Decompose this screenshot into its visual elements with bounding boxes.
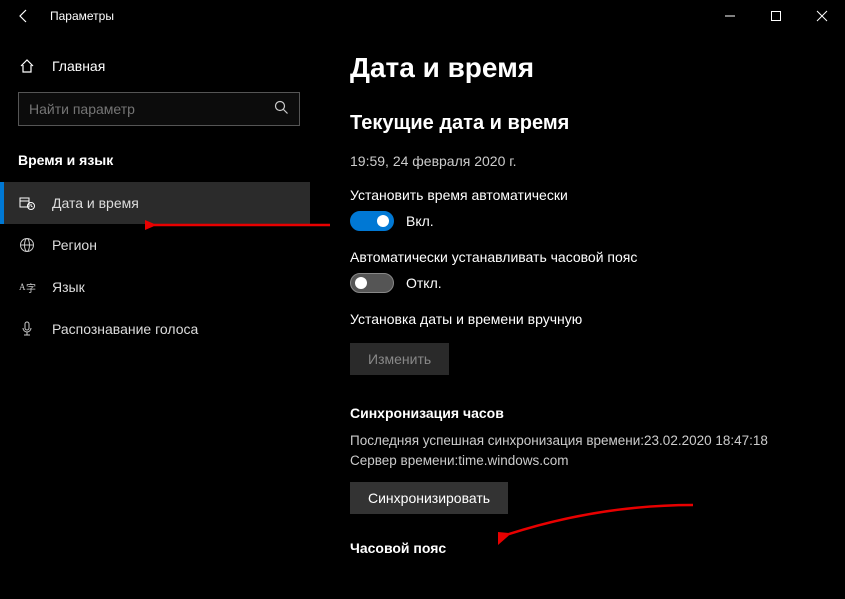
manual-label: Установка даты и времени вручную: [350, 311, 815, 327]
home-link[interactable]: Главная: [0, 50, 310, 82]
sidebar-item-label: Распознавание голоса: [52, 321, 198, 337]
sync-button[interactable]: Синхронизировать: [350, 482, 508, 514]
back-button[interactable]: [8, 0, 40, 32]
sidebar-item-label: Язык: [52, 279, 85, 295]
auto-time-label: Установить время автоматически: [350, 187, 815, 203]
content: Дата и время Текущие дата и время 19:59,…: [320, 32, 845, 599]
auto-time-toggle[interactable]: [350, 211, 394, 231]
sidebar: Главная Время и язык Дата и время Регион…: [0, 32, 320, 599]
current-datetime-title: Текущие дата и время: [350, 112, 815, 135]
auto-tz-label: Автоматически устанавливать часовой пояс: [350, 249, 815, 265]
sidebar-item-speech[interactable]: Распознавание голоса: [0, 308, 310, 350]
page-title: Дата и время: [350, 52, 815, 84]
sync-server: Сервер времени:time.windows.com: [350, 451, 815, 471]
home-label: Главная: [52, 58, 105, 74]
svg-text:字: 字: [26, 282, 36, 294]
change-button[interactable]: Изменить: [350, 343, 449, 375]
auto-tz-toggle[interactable]: [350, 273, 394, 293]
sidebar-item-region[interactable]: Регион: [0, 224, 310, 266]
search-input[interactable]: [29, 101, 274, 117]
auto-time-state: Вкл.: [406, 213, 434, 229]
sidebar-item-date-time[interactable]: Дата и время: [0, 182, 310, 224]
microphone-icon: [18, 321, 36, 337]
search-icon: [274, 100, 289, 119]
maximize-button[interactable]: [753, 0, 799, 32]
window-title: Параметры: [50, 9, 114, 23]
category-label: Время и язык: [0, 142, 310, 182]
clock-calendar-icon: [18, 195, 36, 211]
minimize-button[interactable]: [707, 0, 753, 32]
sidebar-item-language[interactable]: A字 Язык: [0, 266, 310, 308]
close-button[interactable]: [799, 0, 845, 32]
auto-tz-state: Откл.: [406, 275, 442, 291]
tz-title: Часовой пояс: [350, 540, 815, 556]
sync-title: Синхронизация часов: [350, 405, 815, 421]
current-datetime-value: 19:59, 24 февраля 2020 г.: [350, 153, 815, 169]
sidebar-item-label: Дата и время: [52, 195, 139, 211]
home-icon: [18, 58, 36, 74]
language-icon: A字: [18, 280, 36, 294]
titlebar: Параметры: [0, 0, 845, 32]
search-input-wrapper[interactable]: [18, 92, 300, 126]
svg-text:A: A: [19, 282, 26, 292]
globe-icon: [18, 237, 36, 253]
sync-last: Последняя успешная синхронизация времени…: [350, 431, 815, 451]
sidebar-item-label: Регион: [52, 237, 97, 253]
